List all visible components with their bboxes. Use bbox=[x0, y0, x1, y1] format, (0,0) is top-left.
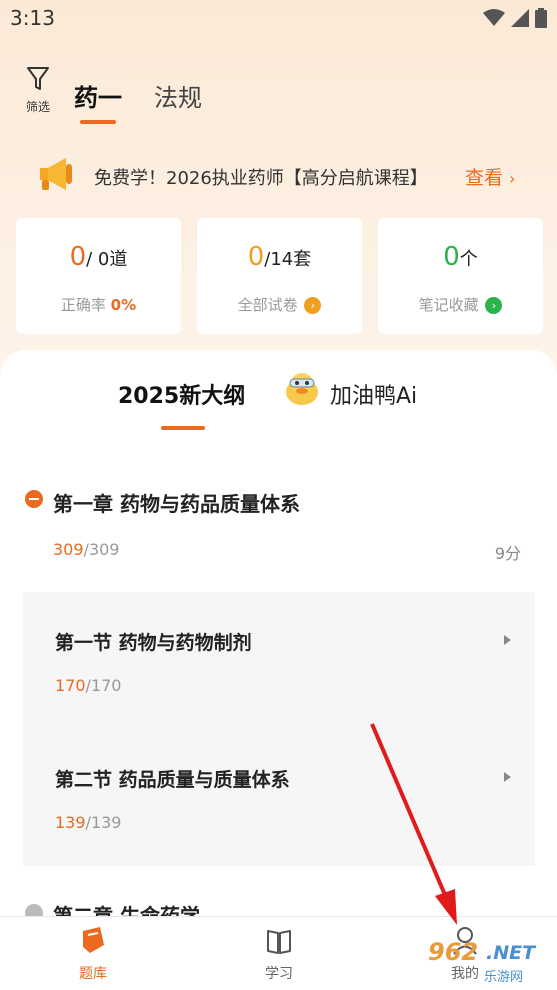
stat-papers-total: /14套 bbox=[264, 249, 312, 270]
section-row[interactable]: 第一节 药物与药物制剂 170/170 bbox=[23, 592, 535, 729]
stat-papers-value: 0/14套 bbox=[197, 242, 362, 272]
wifi-icon bbox=[483, 9, 505, 26]
stat-card-papers[interactable]: 0/14套 全部试卷 › bbox=[197, 218, 362, 334]
question-bank-icon bbox=[83, 927, 104, 953]
caret-right-icon bbox=[504, 772, 511, 782]
chapter-progress-done: 309 bbox=[53, 540, 84, 559]
segment-active-indicator bbox=[161, 426, 205, 430]
stat-notes-unit: 个 bbox=[459, 249, 478, 270]
collapse-icon[interactable] bbox=[25, 490, 43, 508]
site-watermark: 962 .NET 乐游网 bbox=[422, 936, 554, 986]
promo-banner[interactable]: 免费学！2026执业药师【高分启航课程】 查看 › bbox=[0, 148, 557, 204]
nav-study[interactable]: 学习 bbox=[219, 917, 339, 990]
stat-accuracy-label: 正确率 bbox=[60, 296, 106, 314]
tab-yaoyi[interactable]: 药一 bbox=[74, 78, 122, 113]
chapter-score: 9分 bbox=[494, 544, 521, 563]
signal-icon bbox=[511, 9, 529, 27]
status-bar: 3:13 bbox=[0, 0, 557, 38]
segment-new-syllabus[interactable]: 2025新大纲 bbox=[118, 378, 245, 410]
megaphone-icon bbox=[40, 158, 72, 190]
segment-duck-ai[interactable]: 加油鸭Ai bbox=[330, 378, 417, 410]
watermark-net: .NET bbox=[486, 942, 536, 964]
status-time: 3:13 bbox=[10, 6, 55, 30]
tab-fagui[interactable]: 法规 bbox=[154, 78, 202, 113]
section-progress-total: /139 bbox=[85, 813, 122, 832]
chevron-right-icon: › bbox=[509, 169, 516, 188]
section-progress: 170/170 bbox=[55, 676, 121, 695]
next-chapter-title: 第二章 生命药学 bbox=[53, 904, 200, 916]
chapter-progress-total: /309 bbox=[83, 540, 120, 559]
banner-text: 免费学！2026执业药师【高分启航课程】 bbox=[94, 168, 428, 189]
section-row[interactable]: 第二节 药品质量与质量体系 139/139 bbox=[23, 729, 535, 866]
book-icon bbox=[267, 930, 291, 954]
notes-label: 笔记收藏 bbox=[418, 296, 479, 314]
stat-card-notes[interactable]: 0个 笔记收藏 › bbox=[378, 218, 543, 334]
section-progress-total: /170 bbox=[85, 676, 122, 695]
chevron-right-icon: › bbox=[485, 297, 503, 314]
section-list: 第一节 药物与药物制剂 170/170 第二节 药品质量与质量体系 139/13… bbox=[23, 592, 535, 866]
notes-link[interactable]: 笔记收藏 › bbox=[378, 294, 543, 315]
nav-study-label: 学习 bbox=[265, 966, 293, 982]
chapter-progress: 309/309 bbox=[53, 540, 119, 559]
stat-papers-done: 0 bbox=[247, 242, 265, 272]
stat-questions-value: 0/ 0道 bbox=[16, 242, 181, 272]
stat-notes-value: 0个 bbox=[378, 242, 543, 272]
caret-right-icon bbox=[504, 635, 511, 645]
chapter-row[interactable]: 第一章 药物与药品质量体系 309/309 9分 bbox=[0, 484, 557, 564]
status-icons bbox=[483, 8, 547, 28]
banner-view-label: 查看 bbox=[465, 167, 504, 189]
expand-icon[interactable] bbox=[25, 904, 43, 916]
chevron-right-icon: › bbox=[304, 297, 322, 314]
next-chapter-row[interactable]: 第二章 生命药学 bbox=[25, 904, 325, 916]
stat-accuracy-value: 0% bbox=[110, 296, 137, 314]
all-papers-link[interactable]: 全部试卷 › bbox=[197, 294, 362, 315]
banner-view-link[interactable]: 查看 › bbox=[465, 163, 515, 190]
section-progress: 139/139 bbox=[55, 813, 121, 832]
nav-question-bank[interactable]: 题库 bbox=[33, 917, 153, 990]
content-sheet: 2025新大纲 加油鸭Ai 第一章 药物与药品质量体系 309/309 9分 第… bbox=[0, 350, 557, 916]
duck-mascot-icon bbox=[286, 373, 318, 405]
stat-accuracy: 正确率 0% bbox=[16, 294, 181, 315]
section-progress-done: 170 bbox=[55, 676, 86, 695]
battery-icon bbox=[535, 8, 547, 28]
nav-question-bank-label: 题库 bbox=[79, 966, 107, 982]
watermark-name: 乐游网 bbox=[484, 970, 524, 985]
stat-notes-count: 0 bbox=[443, 242, 460, 272]
section-title: 第二节 药品质量与质量体系 bbox=[55, 769, 290, 791]
chapter-title: 第一章 药物与药品质量体系 bbox=[53, 492, 300, 516]
section-progress-done: 139 bbox=[55, 813, 86, 832]
filter-button[interactable]: 筛选 bbox=[18, 66, 58, 120]
funnel-icon bbox=[27, 67, 49, 90]
section-title: 第一节 药物与药物制剂 bbox=[55, 632, 252, 654]
watermark-number: 962 bbox=[428, 938, 479, 966]
stat-questions-total: / 0道 bbox=[86, 249, 128, 270]
stat-questions-done: 0 bbox=[69, 242, 87, 272]
filter-label: 筛选 bbox=[25, 100, 50, 114]
tab-active-indicator bbox=[80, 120, 116, 124]
stat-card-questions[interactable]: 0/ 0道 正确率 0% bbox=[16, 218, 181, 334]
all-papers-label: 全部试卷 bbox=[237, 296, 298, 314]
